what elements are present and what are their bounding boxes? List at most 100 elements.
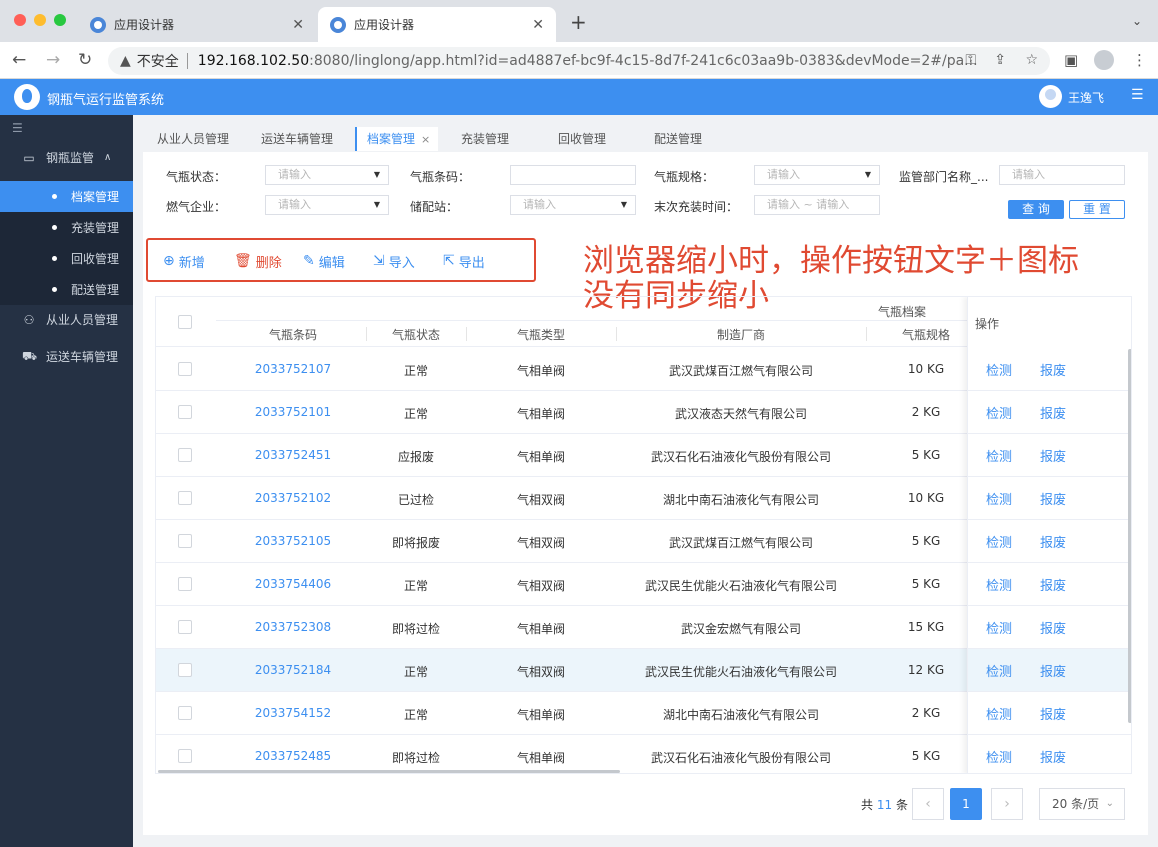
edit-button[interactable]: ✎ 编辑 bbox=[303, 252, 345, 271]
detect-link[interactable]: 检测 bbox=[986, 489, 1012, 508]
tab-recycle[interactable]: 回收管理 bbox=[558, 127, 606, 151]
list-menu-icon[interactable]: ☰ bbox=[1131, 87, 1144, 103]
filter-status-select[interactable]: 请输入 ▼ bbox=[265, 165, 389, 185]
table-row[interactable]: 2033752485 即将过检 气相单阀 武汉石化石油液化气股份有限公司 5 KG bbox=[156, 735, 968, 773]
share-icon[interactable]: ⇪ bbox=[994, 52, 1006, 68]
close-tab-icon[interactable]: ✕ bbox=[292, 17, 304, 33]
row-checkbox[interactable] bbox=[178, 362, 192, 376]
tab-staff[interactable]: 从业人员管理 bbox=[157, 127, 229, 151]
table-row[interactable]: 2033754152 正常 气相单阀 湖北中南石油液化气有限公司 2 KG bbox=[156, 692, 968, 735]
sidebar-item-vehicles[interactable]: ⛟ 运送车辆管理 bbox=[0, 341, 133, 372]
row-checkbox[interactable] bbox=[178, 534, 192, 548]
scrap-link[interactable]: 报废 bbox=[1040, 403, 1066, 422]
vertical-scrollbar[interactable] bbox=[1128, 349, 1131, 723]
scrap-link[interactable]: 报废 bbox=[1040, 661, 1066, 680]
select-all-checkbox[interactable] bbox=[178, 315, 192, 329]
detect-link[interactable]: 检测 bbox=[986, 575, 1012, 594]
add-button[interactable]: ⊕ 新增 bbox=[163, 252, 205, 271]
browser-tab-2[interactable]: 应用设计器 ✕ bbox=[318, 7, 556, 42]
table-row[interactable]: 2033752102 已过检 气相双阀 湖北中南石油液化气有限公司 10 KG bbox=[156, 477, 968, 520]
tab-archive[interactable]: 档案管理 × bbox=[355, 127, 439, 151]
cell-code[interactable]: 2033752184 bbox=[218, 663, 368, 677]
user-name[interactable]: 王逸飞 bbox=[1068, 89, 1104, 106]
scrap-link[interactable]: 报废 bbox=[1040, 618, 1066, 637]
table-row[interactable]: 2033752107 正常 气相单阀 武汉武煤百江燃气有限公司 10 KG bbox=[156, 348, 968, 391]
table-row[interactable]: 2033752308 即将过检 气相单阀 武汉金宏燃气有限公司 15 KG bbox=[156, 606, 968, 649]
back-arrow-icon[interactable]: ← bbox=[12, 50, 26, 70]
detect-link[interactable]: 检测 bbox=[986, 403, 1012, 422]
cell-code[interactable]: 2033752101 bbox=[218, 405, 368, 419]
scrap-link[interactable]: 报废 bbox=[1040, 704, 1066, 723]
row-checkbox[interactable] bbox=[178, 706, 192, 720]
table-row[interactable]: 2033752451 应报废 气相单阀 武汉石化石油液化气股份有限公司 5 KG bbox=[156, 434, 968, 477]
scrap-link[interactable]: 报废 bbox=[1040, 575, 1066, 594]
row-checkbox[interactable] bbox=[178, 663, 192, 677]
sidebar-item-recycle[interactable]: 回收管理 bbox=[0, 243, 133, 274]
row-checkbox[interactable] bbox=[178, 491, 192, 505]
tab-vehicles[interactable]: 运送车辆管理 bbox=[261, 127, 333, 151]
scrap-link[interactable]: 报废 bbox=[1040, 747, 1066, 766]
detect-link[interactable]: 检测 bbox=[986, 704, 1012, 723]
cell-code[interactable]: 2033752308 bbox=[218, 620, 368, 634]
reload-icon[interactable]: ↻ bbox=[78, 50, 92, 70]
row-checkbox[interactable] bbox=[178, 448, 192, 462]
row-checkbox[interactable] bbox=[178, 620, 192, 634]
table-row[interactable]: 2033754406 正常 气相双阀 武汉民生优能火石油液化气有限公司 5 KG bbox=[156, 563, 968, 606]
detect-link[interactable]: 检测 bbox=[986, 747, 1012, 766]
sidebar-group-cylinder-supervision[interactable]: ▭ 钢瓶监管 ∧ bbox=[0, 142, 133, 173]
scrap-link[interactable]: 报废 bbox=[1040, 489, 1066, 508]
filter-spec-select[interactable]: 请输入 ▼ bbox=[754, 165, 880, 185]
tab-search-icon[interactable]: ⌄ bbox=[1132, 14, 1142, 28]
cell-code[interactable]: 2033752102 bbox=[218, 491, 368, 505]
scrap-link[interactable]: 报废 bbox=[1040, 532, 1066, 551]
detect-link[interactable]: 检测 bbox=[986, 661, 1012, 680]
reset-button[interactable]: 重 置 bbox=[1069, 200, 1125, 219]
tab-filling[interactable]: 充装管理 bbox=[461, 127, 509, 151]
export-button[interactable]: ⇱ 导出 bbox=[443, 252, 485, 271]
side-panel-icon[interactable]: ▣ bbox=[1064, 51, 1078, 69]
close-window-button[interactable] bbox=[14, 14, 26, 26]
page-1-button[interactable]: 1 bbox=[950, 788, 982, 820]
detect-link[interactable]: 检测 bbox=[986, 532, 1012, 551]
row-checkbox[interactable] bbox=[178, 749, 192, 763]
cell-code[interactable]: 2033752451 bbox=[218, 448, 368, 462]
more-menu-icon[interactable]: ⋮ bbox=[1132, 51, 1147, 69]
import-button[interactable]: ⇲ 导入 bbox=[373, 252, 415, 271]
column-header-code[interactable]: 气瓶条码 bbox=[218, 326, 368, 343]
sidebar-item-archive[interactable]: 档案管理 bbox=[0, 181, 133, 212]
cell-code[interactable]: 2033752485 bbox=[218, 749, 368, 763]
cell-code[interactable]: 2033754152 bbox=[218, 706, 368, 720]
sidebar-item-staff[interactable]: ⚇ 从业人员管理 bbox=[0, 304, 133, 335]
new-tab-button[interactable]: + bbox=[570, 12, 587, 32]
table-row[interactable]: 2033752101 正常 气相单阀 武汉液态天然气有限公司 2 KG bbox=[156, 391, 968, 434]
filter-code-input[interactable] bbox=[510, 165, 636, 185]
maximize-window-button[interactable] bbox=[54, 14, 66, 26]
table-row[interactable]: 2033752105 即将报废 气相双阀 武汉武煤百江燃气有限公司 5 KG bbox=[156, 520, 968, 563]
collapse-menu-icon[interactable]: ☰ bbox=[12, 121, 23, 135]
table-row[interactable]: 2033752184 正常 气相双阀 武汉民生优能火石油液化气有限公司 12 KG bbox=[156, 649, 968, 692]
column-header-type[interactable]: 气瓶类型 bbox=[466, 326, 616, 343]
detect-link[interactable]: 检测 bbox=[986, 360, 1012, 379]
column-header-maker[interactable]: 制造厂商 bbox=[616, 326, 866, 343]
query-button[interactable]: 查 询 bbox=[1008, 200, 1064, 219]
cell-code[interactable]: 2033752107 bbox=[218, 362, 368, 376]
detect-link[interactable]: 检测 bbox=[986, 618, 1012, 637]
forward-arrow-icon[interactable]: → bbox=[46, 50, 60, 70]
next-page-button[interactable]: › bbox=[991, 788, 1023, 820]
cell-code[interactable]: 2033752105 bbox=[218, 534, 368, 548]
sidebar-item-filling[interactable]: 充装管理 bbox=[0, 212, 133, 243]
tab-delivery[interactable]: 配送管理 bbox=[654, 127, 702, 151]
scrap-link[interactable]: 报废 bbox=[1040, 360, 1066, 379]
profile-avatar-icon[interactable] bbox=[1094, 50, 1114, 70]
user-avatar[interactable] bbox=[1039, 85, 1062, 108]
filter-company-select[interactable]: 请输入 ▼ bbox=[265, 195, 389, 215]
horizontal-scrollbar[interactable] bbox=[158, 770, 620, 773]
row-checkbox[interactable] bbox=[178, 405, 192, 419]
row-checkbox[interactable] bbox=[178, 577, 192, 591]
page-size-select[interactable]: 20 条/页 ⌄ bbox=[1039, 788, 1125, 820]
close-icon[interactable]: × bbox=[421, 133, 430, 146]
minimize-window-button[interactable] bbox=[34, 14, 46, 26]
detect-link[interactable]: 检测 bbox=[986, 446, 1012, 465]
url-field[interactable]: ▲ 不安全 192.168.102.50 :8080/linglong/app.… bbox=[108, 47, 1050, 75]
prev-page-button[interactable]: ‹ bbox=[912, 788, 944, 820]
